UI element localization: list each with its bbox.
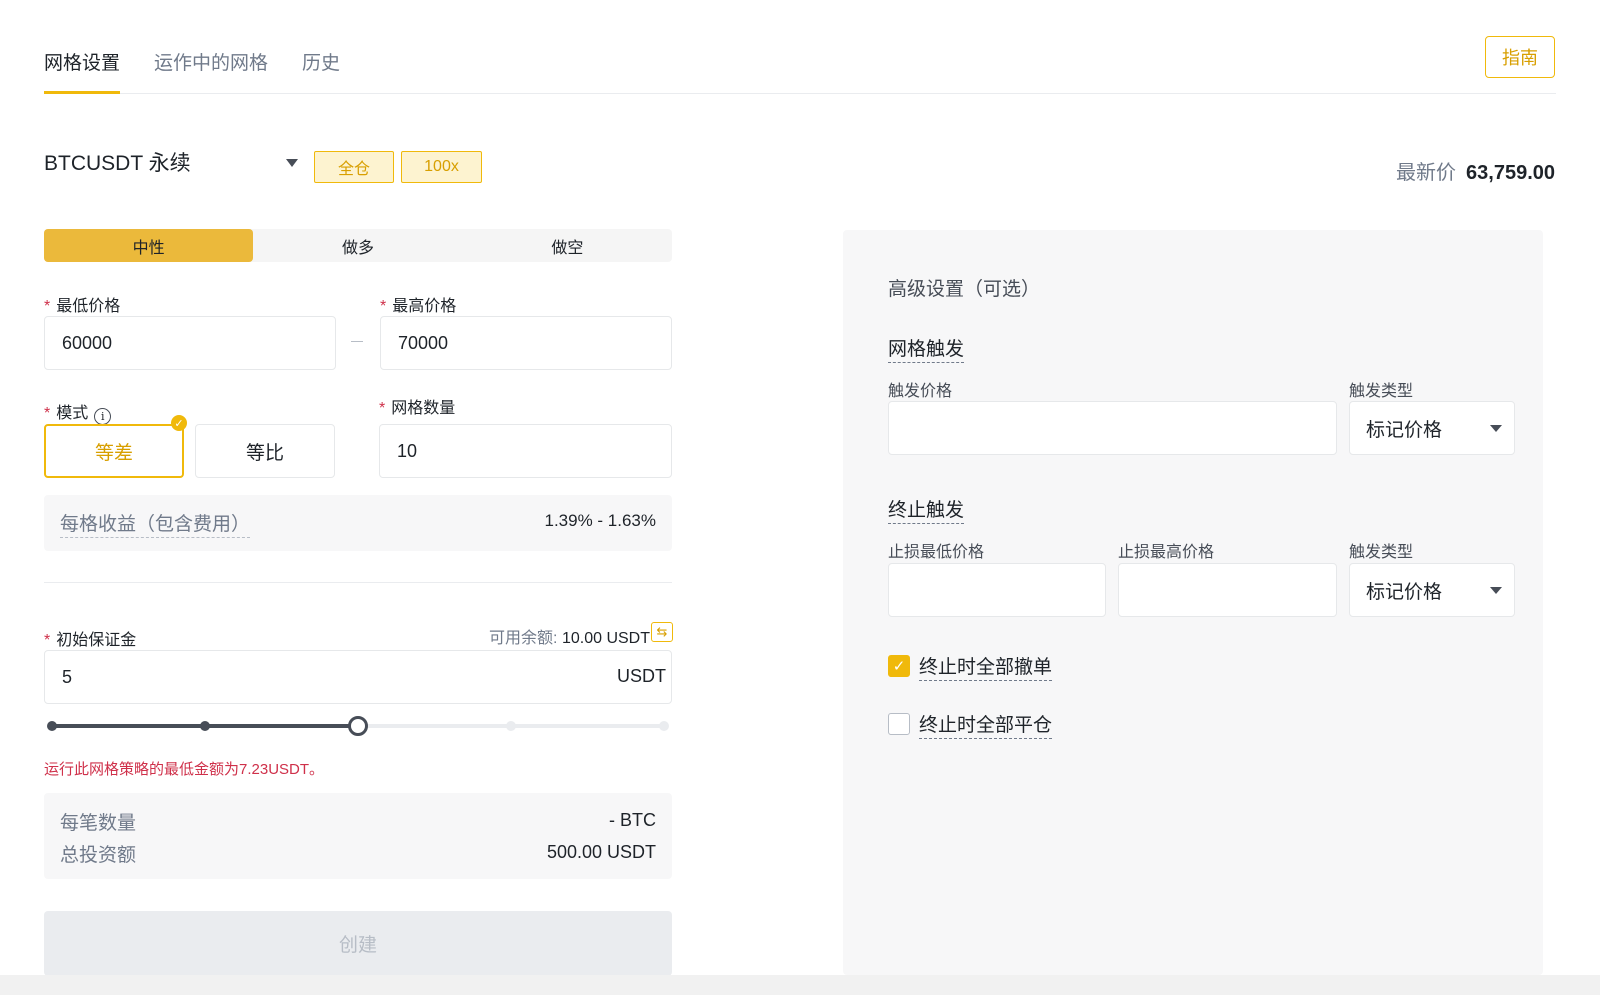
top-tabs: 网格设置 运作中的网格 历史	[44, 40, 1556, 94]
stop-trigger-title[interactable]: 终止触发	[888, 495, 965, 524]
available-balance-value: 10.00 USDT	[561, 630, 650, 647]
slider-mark[interactable]	[506, 721, 516, 731]
margin-mode-tag[interactable]: 全仓	[314, 151, 394, 183]
direction-segment: 中性 做多 做空	[44, 229, 672, 262]
trigger-price-input[interactable]	[888, 401, 1337, 455]
grid-count-label: * 网格数量	[379, 400, 456, 417]
tab-history[interactable]: 历史	[302, 48, 340, 94]
chevron-down-icon	[1490, 425, 1502, 432]
slider-mark[interactable]	[659, 721, 669, 731]
per-order-quantity-value: - BTC	[609, 810, 656, 830]
trigger-type-select[interactable]: 标记价格	[1349, 401, 1515, 455]
create-button[interactable]: 创建	[44, 911, 672, 976]
stop-trigger-type-label: 触发类型	[1349, 544, 1414, 561]
chevron-down-icon	[1490, 587, 1502, 594]
advanced-settings-title: 高级设置（可选）	[888, 279, 1041, 300]
min-amount-warning: 运行此网格策略的最低金额为7.23USDT。	[44, 761, 325, 778]
trigger-type-label: 触发类型	[1349, 383, 1414, 400]
tab-grid-settings[interactable]: 网格设置	[44, 48, 121, 94]
per-order-quantity-label: 每笔数量	[60, 813, 137, 834]
stop-high-price-label: 止损最高价格	[1118, 544, 1215, 561]
stop-low-price-label: 止损最低价格	[888, 544, 985, 561]
trigger-price-label: 触发价格	[888, 383, 953, 400]
margin-input[interactable]: 5	[44, 650, 672, 704]
stop-low-price-input[interactable]	[888, 563, 1106, 617]
lower-price-label: * 最低价格	[44, 298, 121, 315]
range-dash	[351, 341, 363, 342]
close-all-checkbox[interactable]	[888, 713, 910, 735]
stop-trigger-type-select[interactable]: 标记价格	[1349, 563, 1515, 617]
mode-geometric-button[interactable]: 等比	[195, 424, 335, 478]
stop-high-price-input[interactable]	[1118, 563, 1337, 617]
last-price: 最新价 63,759.00	[1396, 156, 1555, 185]
bottom-bar	[0, 975, 1600, 995]
trigger-type-value: 标记价格	[1366, 419, 1443, 441]
leverage-tag[interactable]: 100x	[401, 151, 482, 183]
lower-price-input[interactable]: 60000	[44, 316, 336, 370]
symbol-selector[interactable]: BTCUSDT 永续	[44, 147, 191, 177]
cancel-all-checkbox[interactable]: ✓	[888, 655, 910, 677]
margin-slider[interactable]	[47, 716, 669, 736]
direction-long[interactable]: 做多	[253, 229, 462, 262]
close-all-label[interactable]: 终止时全部平仓	[919, 710, 1053, 739]
direction-neutral[interactable]: 中性	[44, 229, 254, 262]
last-price-value: 63,759.00	[1466, 162, 1555, 184]
total-investment-value: 500.00 USDT	[546, 842, 656, 862]
mode-label: * 模式 i	[44, 399, 112, 425]
info-icon[interactable]: i	[94, 408, 112, 425]
divider	[44, 582, 672, 583]
upper-price-input[interactable]: 70000	[380, 316, 672, 370]
total-investment-label: 总投资额	[60, 845, 137, 866]
grid-count-input[interactable]: 10	[379, 424, 672, 478]
mode-arithmetic-button[interactable]: 等差	[44, 424, 184, 478]
last-price-label: 最新价	[1396, 162, 1457, 184]
transfer-icon[interactable]: ⇆	[651, 622, 673, 642]
slider-thumb[interactable]	[348, 716, 368, 736]
margin-unit: USDT	[617, 666, 666, 686]
check-badge-icon: ✓	[171, 415, 187, 431]
slider-mark[interactable]	[200, 721, 210, 731]
summary-box	[44, 793, 672, 879]
grid-trigger-title[interactable]: 网格触发	[888, 334, 965, 363]
chevron-down-icon[interactable]	[286, 159, 298, 167]
profit-value: 1.39% - 1.63%	[544, 511, 656, 530]
stop-trigger-type-value: 标记价格	[1366, 581, 1443, 603]
cancel-all-label[interactable]: 终止时全部撤单	[919, 652, 1053, 681]
slider-mark[interactable]	[47, 721, 57, 731]
margin-label: * 初始保证金	[44, 632, 137, 649]
direction-short[interactable]: 做空	[463, 229, 672, 262]
tab-running-grids[interactable]: 运作中的网格	[154, 48, 268, 94]
guide-button[interactable]: 指南	[1485, 36, 1555, 78]
upper-price-label: * 最高价格	[380, 298, 457, 315]
profit-label[interactable]: 每格收益（包含费用）	[60, 509, 251, 538]
available-balance: 可用余额: 10.00 USDT	[489, 630, 650, 647]
